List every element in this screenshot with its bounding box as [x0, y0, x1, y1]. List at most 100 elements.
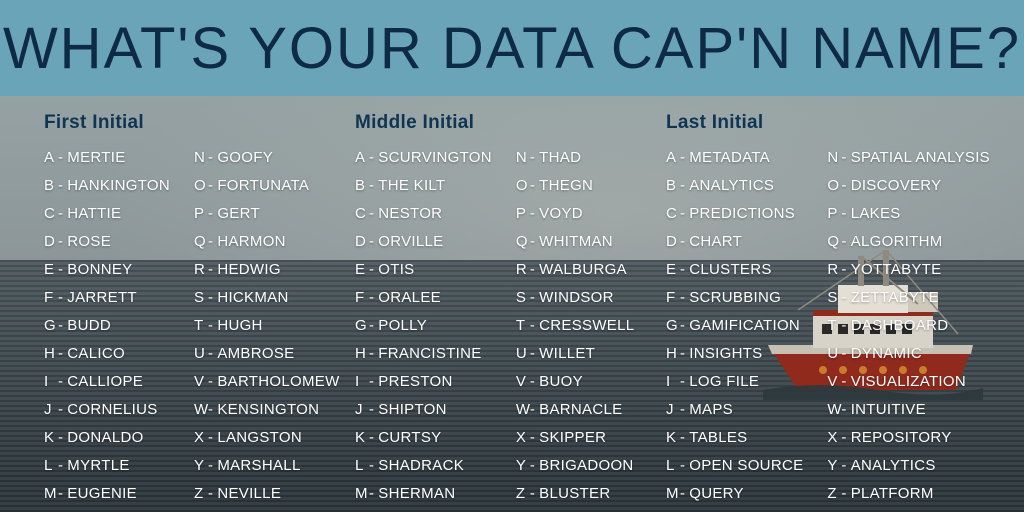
list-item: Y - BRIGADOON — [516, 452, 635, 480]
name-value: WINDSOR — [539, 289, 614, 306]
initial-letter: D — [666, 228, 680, 256]
name-value: BARTHOLOMEW — [217, 373, 339, 390]
dash-separator: - — [58, 396, 63, 424]
name-value: FRANCISTINE — [378, 345, 481, 362]
list-item: C - NESTOR — [355, 200, 492, 228]
dash-separator: - — [208, 228, 213, 256]
list-item: Q - ALGORITHM — [827, 228, 990, 256]
dash-separator: - — [680, 424, 685, 452]
dash-separator: - — [680, 368, 685, 396]
list-item: C - HATTIE — [44, 200, 170, 228]
name-value: GOOFY — [217, 149, 273, 166]
dash-separator: - — [530, 312, 535, 340]
list-item: L - OPEN SOURCE — [666, 452, 803, 480]
dash-separator: - — [841, 424, 846, 452]
list-item: R - WALBURGA — [516, 256, 635, 284]
initial-letter: S — [827, 284, 841, 312]
list-item: E - CLUSTERS — [666, 256, 803, 284]
list-item: J - SHIPTON — [355, 396, 492, 424]
initial-letter: O — [516, 172, 530, 200]
initial-letter: R — [194, 256, 208, 284]
dash-separator: - — [369, 256, 374, 284]
name-value: WALBURGA — [539, 261, 627, 278]
list-item: P - LAKES — [827, 200, 990, 228]
list-item: O - DISCOVERY — [827, 172, 990, 200]
initial-letter: Z — [516, 480, 530, 508]
list-item: C - PREDICTIONS — [666, 200, 803, 228]
dash-separator: - — [58, 452, 63, 480]
list-item: K - TABLES — [666, 424, 803, 452]
dash-separator: - — [369, 424, 374, 452]
initial-letter: S — [194, 284, 208, 312]
section-heading: First Initial — [44, 112, 355, 134]
initial-letter: E — [666, 256, 680, 284]
list-item: X - REPOSITORY — [827, 424, 990, 452]
name-value: TABLES — [689, 429, 747, 446]
dash-separator: - — [680, 480, 685, 508]
name-value: DASHBOARD — [851, 317, 949, 334]
name-value: JARRETT — [67, 289, 137, 306]
list-item: H - FRANCISTINE — [355, 340, 492, 368]
list-item: L - SHADRACK — [355, 452, 492, 480]
list-item: V - VISUALIZATION — [827, 368, 990, 396]
list-item: I - CALLIOPE — [44, 368, 170, 396]
list-item: Z - NEVILLE — [194, 480, 340, 508]
list-item: X - LANGSTON — [194, 424, 340, 452]
name-value: MYRTLE — [67, 457, 129, 474]
name-value: HEDWIG — [217, 261, 280, 278]
name-value: POLLY — [378, 317, 427, 334]
list-item: F - ORALEE — [355, 284, 492, 312]
dash-separator: - — [841, 368, 846, 396]
list-item: P - GERT — [194, 200, 340, 228]
dash-separator: - — [841, 340, 846, 368]
initial-letter: C — [44, 200, 58, 228]
dash-separator: - — [530, 340, 535, 368]
name-value: REPOSITORY — [851, 429, 952, 446]
name-value: WILLET — [539, 345, 595, 362]
initial-letter: W — [194, 396, 208, 424]
list-item: J - MAPS — [666, 396, 803, 424]
name-value: SCRUBBING — [689, 289, 781, 306]
dash-separator: - — [58, 256, 63, 284]
list-item: N - THAD — [516, 144, 635, 172]
initial-letter: P — [516, 200, 530, 228]
initial-letter: I — [666, 368, 680, 396]
name-value: ANALYTICS — [689, 177, 774, 194]
initial-letter: W — [827, 396, 841, 424]
name-value: SHERMAN — [378, 485, 455, 502]
list-item: T - HUGH — [194, 312, 340, 340]
initial-letter: M — [44, 480, 58, 508]
name-value: ALGORITHM — [851, 233, 943, 250]
name-value: INSIGHTS — [689, 345, 762, 362]
title-bar: WHAT'S YOUR DATA CAP'N NAME? — [0, 0, 1024, 96]
list-item: A - METADATA — [666, 144, 803, 172]
initial-letter: U — [827, 340, 841, 368]
dash-separator: - — [530, 368, 535, 396]
name-value: CORNELIUS — [67, 401, 157, 418]
initial-letter: T — [827, 312, 841, 340]
initial-letter: B — [666, 172, 680, 200]
initial-letter: H — [44, 340, 58, 368]
dash-separator: - — [530, 228, 535, 256]
list-item: A - MERTIE — [44, 144, 170, 172]
list-item: Z - BLUSTER — [516, 480, 635, 508]
initial-letter: N — [827, 144, 841, 172]
list-item: R - HEDWIG — [194, 256, 340, 284]
initial-letter: J — [44, 396, 58, 424]
section-heading: Middle Initial — [355, 112, 666, 134]
initial-letter: Z — [194, 480, 208, 508]
dash-separator: - — [841, 256, 846, 284]
name-value: CALICO — [67, 345, 125, 362]
section-last-initial: Last Initial A - METADATAB - ANALYTICSC … — [666, 112, 990, 508]
name-value: SKIPPER — [539, 429, 606, 446]
initial-letter: X — [827, 424, 841, 452]
name-value: DYNAMIC — [851, 345, 922, 362]
dash-separator: - — [530, 284, 535, 312]
list-item: M - QUERY — [666, 480, 803, 508]
name-value: MARSHALL — [217, 457, 300, 474]
dash-separator: - — [680, 452, 685, 480]
initial-letter: Y — [194, 452, 208, 480]
initial-letter: E — [44, 256, 58, 284]
dash-separator: - — [369, 172, 374, 200]
name-value: NEVILLE — [217, 485, 281, 502]
